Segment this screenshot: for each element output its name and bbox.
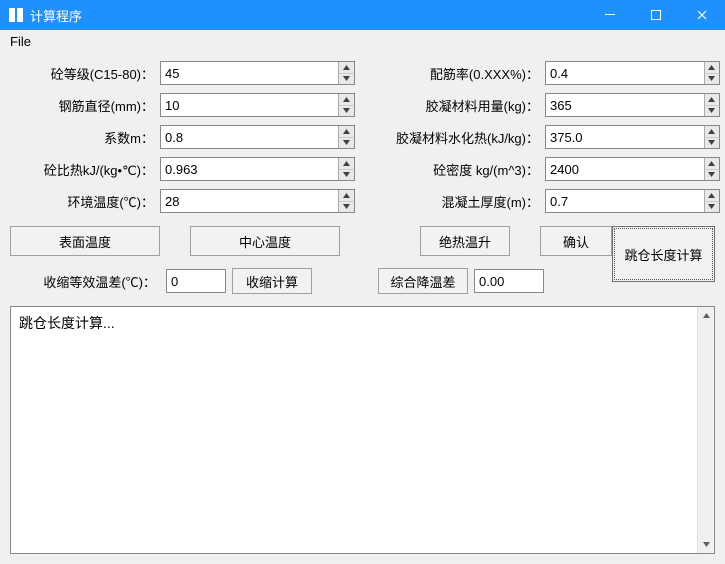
surface-temp-button[interactable]: 表面温度 — [10, 226, 160, 256]
confirm-button[interactable]: 确认 — [540, 226, 612, 256]
spin-up-icon[interactable] — [705, 126, 720, 138]
spin-down-icon[interactable] — [705, 74, 720, 85]
spin-down-icon[interactable] — [339, 202, 354, 213]
spinbox — [160, 61, 355, 85]
spinbox-input[interactable] — [546, 190, 704, 212]
form-row: 胶凝材料用量(kg)： — [375, 92, 720, 118]
spin-up-icon[interactable] — [705, 62, 720, 74]
jump-length-button[interactable]: 跳仓长度计算 — [612, 226, 715, 282]
field-label: 胶凝材料水化热(kJ/kg)： — [375, 128, 545, 147]
form-row: 混凝土厚度(m)： — [375, 188, 720, 214]
form-row: 环境温度(℃)： — [10, 188, 355, 214]
composite-value: 0.00 — [479, 274, 504, 289]
form-column-left: 砼等级(C15-80)： 钢筋直径(mm)： 系数m： 砼比热kJ/(kg•℃)： 环境… — [10, 60, 355, 214]
spin-down-icon[interactable] — [339, 74, 354, 85]
field-label: 环境温度(℃)： — [10, 192, 160, 211]
maximize-button[interactable] — [633, 0, 679, 30]
spin-up-icon[interactable] — [705, 158, 720, 170]
spinbox — [160, 125, 355, 149]
content-area: 砼等级(C15-80)： 钢筋直径(mm)： 系数m： 砼比热kJ/(kg•℃)： 环境… — [0, 52, 725, 564]
close-button[interactable] — [679, 0, 725, 30]
spin-up-icon[interactable] — [339, 62, 354, 74]
spin-up-icon[interactable] — [339, 94, 354, 106]
menubar: File — [0, 30, 725, 52]
scroll-down-button[interactable] — [698, 536, 714, 553]
scroll-up-button[interactable] — [698, 307, 714, 324]
form-column-right: 配筋率(0.XXX%)： 胶凝材料用量(kg)： 胶凝材料水化热(kJ/kg)： 砼密… — [375, 60, 720, 214]
spinbox-input[interactable] — [546, 94, 704, 116]
spinbox-input[interactable] — [161, 190, 338, 212]
form-row: 砼等级(C15-80)： — [10, 60, 355, 86]
field-label: 砼密度 kg/(m^3)： — [375, 160, 545, 179]
output-area: 跳仓长度计算... — [10, 306, 715, 554]
shrink-calc-button[interactable]: 收缩计算 — [232, 268, 312, 294]
spin-up-icon[interactable] — [339, 126, 354, 138]
spinbox-input[interactable] — [546, 126, 704, 148]
menu-file[interactable]: File — [4, 32, 37, 51]
composite-value-box: 0.00 — [474, 269, 544, 293]
spinbox-input[interactable] — [161, 126, 338, 148]
form-row: 砼密度 kg/(m^3)： — [375, 156, 720, 182]
form-row: 胶凝材料水化热(kJ/kg)： — [375, 124, 720, 150]
spin-down-icon[interactable] — [339, 170, 354, 181]
spin-up-icon[interactable] — [705, 190, 720, 202]
form-row: 钢筋直径(mm)： — [10, 92, 355, 118]
shrink-label: 收缩等效温差(℃)： — [10, 272, 160, 291]
spin-down-icon[interactable] — [705, 138, 720, 149]
spinbox — [160, 157, 355, 181]
scrollbar-vertical[interactable] — [697, 307, 714, 553]
field-label: 系数m： — [10, 128, 160, 147]
scroll-track[interactable] — [698, 324, 714, 536]
spin-up-icon[interactable] — [705, 94, 720, 106]
spinbox-input[interactable] — [161, 158, 338, 180]
button-cluster: 表面温度 中心温度 绝热温升 确认 收缩等效温差(℃)： 收缩计算 综合降温差 … — [10, 226, 715, 294]
spin-down-icon[interactable] — [705, 170, 720, 181]
spinbox — [545, 93, 720, 117]
spin-up-icon[interactable] — [339, 158, 354, 170]
spinbox — [160, 93, 355, 117]
spinbox — [160, 189, 355, 213]
minimize-button[interactable] — [587, 0, 633, 30]
shrink-value-input[interactable] — [167, 270, 225, 292]
spin-down-icon[interactable] — [705, 106, 720, 117]
spinbox — [545, 61, 720, 85]
spin-down-icon[interactable] — [339, 106, 354, 117]
composite-cooling-button[interactable]: 综合降温差 — [378, 268, 468, 294]
form-row: 配筋率(0.XXX%)： — [375, 60, 720, 86]
field-label: 砼等级(C15-80)： — [10, 64, 160, 83]
field-label: 配筋率(0.XXX%)： — [375, 64, 545, 83]
spinbox — [545, 125, 720, 149]
form-grid: 砼等级(C15-80)： 钢筋直径(mm)： 系数m： 砼比热kJ/(kg•℃)： 环境… — [10, 60, 715, 214]
output-text: 跳仓长度计算... — [19, 315, 115, 331]
titlebar: 计算程序 — [0, 0, 725, 30]
app-icon — [8, 7, 24, 23]
field-label: 混凝土厚度(m)： — [375, 192, 545, 211]
spinbox — [545, 189, 720, 213]
spinbox-input[interactable] — [546, 62, 704, 84]
spinbox-input[interactable] — [161, 62, 338, 84]
field-label: 钢筋直径(mm)： — [10, 96, 160, 115]
spin-down-icon[interactable] — [339, 138, 354, 149]
field-label: 胶凝材料用量(kg)： — [375, 96, 545, 115]
spin-up-icon[interactable] — [339, 190, 354, 202]
form-row: 系数m： — [10, 124, 355, 150]
adiabatic-rise-button[interactable]: 绝热温升 — [420, 226, 510, 256]
field-label: 砼比热kJ/(kg•℃)： — [10, 160, 160, 179]
spinbox-input[interactable] — [161, 94, 338, 116]
app-window: 计算程序 File 砼等级(C15-80)： 钢筋直径(mm)： 系数m： 砼比热kJ… — [0, 0, 725, 564]
center-temp-button[interactable]: 中心温度 — [190, 226, 340, 256]
window-title: 计算程序 — [30, 6, 587, 25]
spinbox-input[interactable] — [546, 158, 704, 180]
spinbox — [545, 157, 720, 181]
spin-down-icon[interactable] — [705, 202, 720, 213]
shrink-value-spinbox — [166, 269, 226, 293]
form-row: 砼比热kJ/(kg•℃)： — [10, 156, 355, 182]
